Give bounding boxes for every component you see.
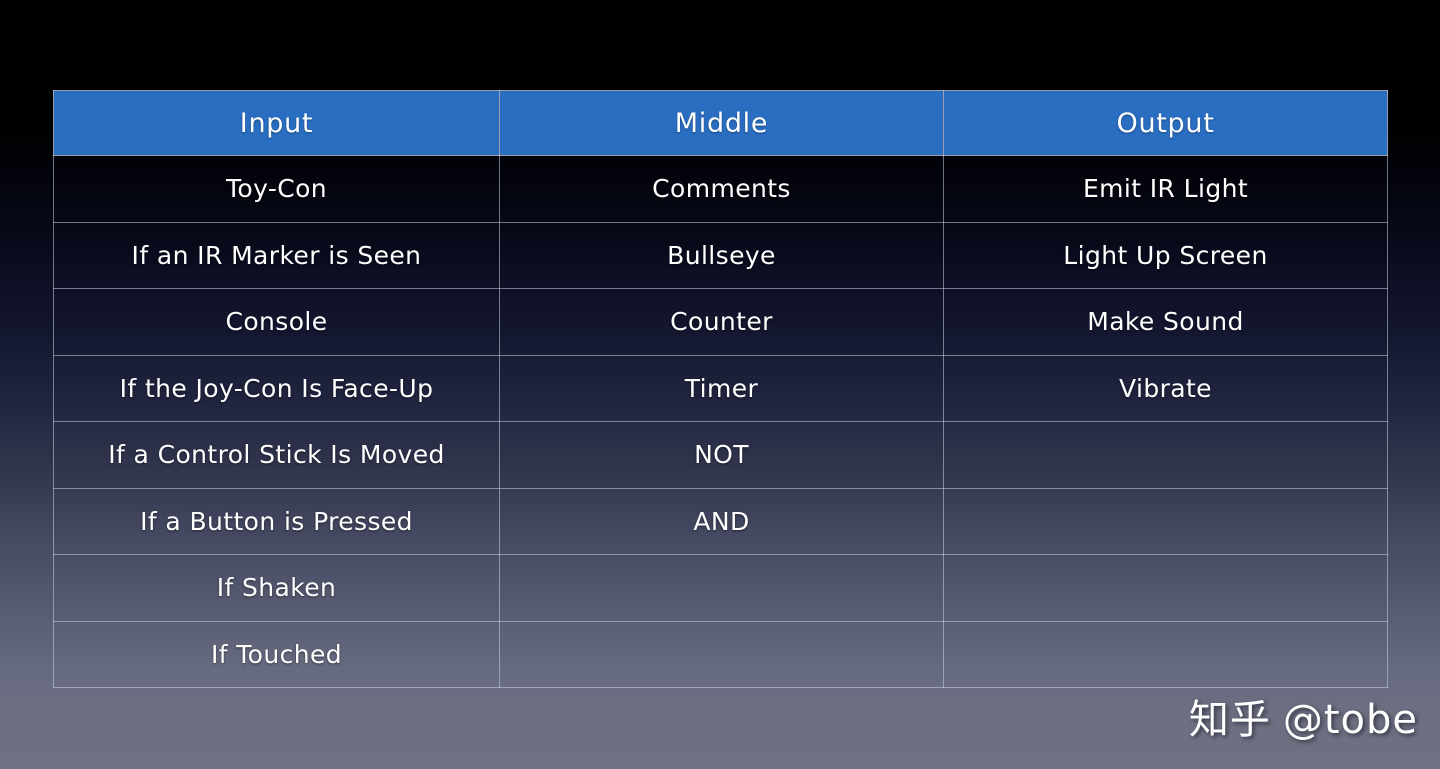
cell-input: If a Control Stick Is Moved bbox=[53, 421, 500, 489]
table-row: If a Button is Pressed AND bbox=[53, 487, 1388, 555]
column-header-input: Input bbox=[53, 90, 500, 156]
cell-middle: Comments bbox=[499, 155, 944, 223]
cell-output: Make Sound bbox=[943, 288, 1388, 356]
cell-input: Toy-Con bbox=[53, 155, 500, 223]
table-row: If an IR Marker is Seen Bullseye Light U… bbox=[53, 221, 1388, 289]
cell-output: Vibrate bbox=[943, 354, 1388, 422]
cell-output: Light Up Screen bbox=[943, 221, 1388, 289]
cell-output: Emit IR Light bbox=[943, 155, 1388, 223]
table-row: If the Joy-Con Is Face-Up Timer Vibrate bbox=[53, 354, 1388, 422]
cell-input: If a Button is Pressed bbox=[53, 487, 500, 555]
cell-middle: Bullseye bbox=[499, 221, 944, 289]
cell-middle: Timer bbox=[499, 354, 944, 422]
cell-middle: AND bbox=[499, 487, 944, 555]
cell-output bbox=[943, 620, 1388, 688]
table-row: If Shaken bbox=[53, 554, 1388, 622]
node-table-container: Input Middle Output Toy-Con Comments Emi… bbox=[53, 90, 1388, 688]
cell-output bbox=[943, 487, 1388, 555]
watermark-handle: @tobe bbox=[1282, 697, 1418, 743]
cell-input: If Touched bbox=[53, 620, 500, 688]
table-row: If Touched bbox=[53, 620, 1388, 688]
cell-middle bbox=[499, 620, 944, 688]
zhihu-watermark: 知乎 @tobe bbox=[1189, 687, 1418, 745]
table-body: Toy-Con Comments Emit IR Light If an IR … bbox=[53, 155, 1388, 688]
watermark-site: 知乎 bbox=[1188, 697, 1271, 743]
column-header-middle: Middle bbox=[499, 90, 944, 156]
cell-input: If Shaken bbox=[53, 554, 500, 622]
table-row: Console Counter Make Sound bbox=[53, 288, 1388, 356]
table-row: If a Control Stick Is Moved NOT bbox=[53, 421, 1388, 489]
column-header-output: Output bbox=[943, 90, 1388, 156]
cell-input: If the Joy-Con Is Face-Up bbox=[53, 354, 500, 422]
toycon-node-table: Input Middle Output Toy-Con Comments Emi… bbox=[53, 90, 1388, 688]
cell-middle: NOT bbox=[499, 421, 944, 489]
cell-middle: Counter bbox=[499, 288, 944, 356]
table-row: Toy-Con Comments Emit IR Light bbox=[53, 155, 1388, 223]
cell-middle bbox=[499, 554, 944, 622]
cell-input: If an IR Marker is Seen bbox=[53, 221, 500, 289]
cell-output bbox=[943, 554, 1388, 622]
cell-input: Console bbox=[53, 288, 500, 356]
table-header: Input Middle Output bbox=[53, 90, 1388, 156]
table-header-row: Input Middle Output bbox=[53, 90, 1388, 156]
cell-output bbox=[943, 421, 1388, 489]
